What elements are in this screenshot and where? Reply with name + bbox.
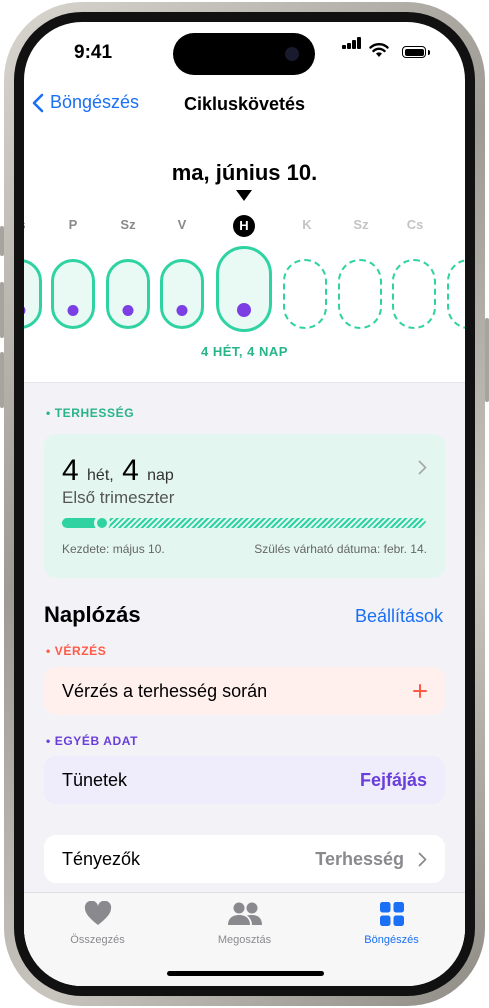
weekday-label: Sz: [353, 217, 369, 232]
symptoms-value: Fejfájás: [359, 769, 427, 790]
pregnancy-weeks-unit: hét,: [87, 467, 114, 484]
heart-icon: [84, 900, 111, 925]
pregnancy-card[interactable]: 4 hét, 4 nap Első trimeszter Kezdete: má…: [44, 434, 445, 578]
selected-date: ma, június 10.: [171, 160, 318, 185]
battery-icon: [402, 46, 426, 58]
symptom-dot: [176, 305, 188, 316]
navigation-bar: Böngészés Cikluskövetés: [24, 86, 465, 126]
volume-down-button: [0, 352, 4, 408]
chevron-right-icon: [418, 852, 427, 866]
grid-icon: [379, 902, 404, 926]
bleeding-row-label: Vérzés a terhesség során: [62, 680, 268, 701]
power-button: [485, 318, 489, 402]
pregnancy-days: 4: [122, 454, 139, 487]
cycle-day-predicted[interactable]: [447, 259, 465, 329]
weekday-label: P: [68, 217, 78, 232]
weekday-label: Sz: [120, 217, 136, 232]
weekday-label: Cs: [406, 217, 424, 232]
logging-title: Naplózás: [44, 602, 141, 627]
factors-value: Terhesség: [315, 848, 404, 869]
weekday-row: s P Sz V H K Sz Cs: [24, 215, 465, 241]
settings-link[interactable]: Beállítások: [355, 606, 443, 627]
plus-icon[interactable]: [413, 684, 427, 698]
dynamic-island: [173, 33, 315, 75]
weekday-label-today: H: [233, 215, 255, 237]
factors-row[interactable]: Tényezők Terhesség: [44, 835, 445, 883]
status-bar: 9:41: [24, 22, 465, 82]
bleeding-section-label: • VÉRZÉS: [46, 644, 107, 658]
pregnancy-progress-bar: [62, 515, 426, 531]
pregnancy-days-unit: nap: [147, 467, 174, 484]
symptom-dot: [67, 305, 79, 316]
camera-icon: [285, 47, 299, 61]
chevron-right-icon: [418, 460, 427, 475]
cycle-day[interactable]: [106, 259, 150, 329]
weekday-label: V: [177, 217, 187, 232]
symptom-dot: [122, 305, 134, 316]
pregnancy-duration: 4 hét, 4 nap: [62, 454, 174, 488]
today-pointer-icon: [236, 190, 252, 201]
weekday-label: s: [24, 217, 26, 232]
tab-summary[interactable]: Összegzés: [24, 900, 171, 946]
other-data-section-label: • EGYÉB ADAT: [46, 734, 139, 748]
iphone-device: 9:41 Böngészés Cikluskövetés ma, június …: [0, 0, 489, 1008]
cycle-day[interactable]: [51, 259, 95, 329]
volume-up-button: [0, 282, 4, 338]
people-icon: [227, 902, 262, 925]
tab-browse[interactable]: Böngészés: [318, 901, 465, 946]
bleeding-row[interactable]: Vérzés a terhesség során: [44, 667, 445, 715]
factors-value-group: Terhesség: [315, 849, 427, 870]
page-title: Cikluskövetés: [183, 94, 306, 114]
cycle-day[interactable]: [160, 259, 204, 329]
symptoms-row-label: Tünetek: [62, 769, 128, 790]
cycle-day-today[interactable]: [216, 246, 272, 332]
pregnancy-duration-label: 4 HÉT, 4 NAP: [201, 344, 288, 359]
cycle-day-predicted[interactable]: [283, 259, 327, 329]
symptom-dot: [237, 303, 251, 317]
cycle-day[interactable]: [24, 259, 42, 329]
symptom-dot: [24, 305, 26, 316]
symptoms-row[interactable]: Tünetek Fejfájás: [44, 756, 445, 804]
pregnancy-progress-knob: [94, 515, 111, 531]
home-indicator[interactable]: [167, 971, 324, 976]
tab-label: Megosztás: [217, 934, 272, 946]
trimester-label: Első trimeszter: [62, 488, 175, 507]
weekday-label: K: [302, 217, 312, 232]
tab-label: Összegzés: [70, 934, 125, 946]
pregnancy-weeks: 4: [62, 454, 79, 487]
pregnancy-section-label: • TERHESSÉG: [46, 406, 135, 420]
status-time: 9:41: [74, 42, 113, 63]
battery-tip: [428, 50, 430, 55]
action-button: [0, 226, 4, 256]
tab-sharing[interactable]: Megosztás: [171, 901, 318, 946]
screen: 9:41 Böngészés Cikluskövetés ma, június …: [24, 22, 465, 986]
factors-row-label: Tényezők: [62, 848, 141, 869]
wifi-icon: [369, 43, 389, 57]
cycle-day-predicted[interactable]: [392, 259, 436, 329]
pregnancy-start-date: Kezdete: május 10.: [62, 542, 165, 556]
tab-label: Böngészés: [364, 934, 419, 946]
pregnancy-due-date: Szülés várható dátuma: febr. 14.: [254, 542, 427, 556]
cycle-day-predicted[interactable]: [338, 259, 382, 329]
